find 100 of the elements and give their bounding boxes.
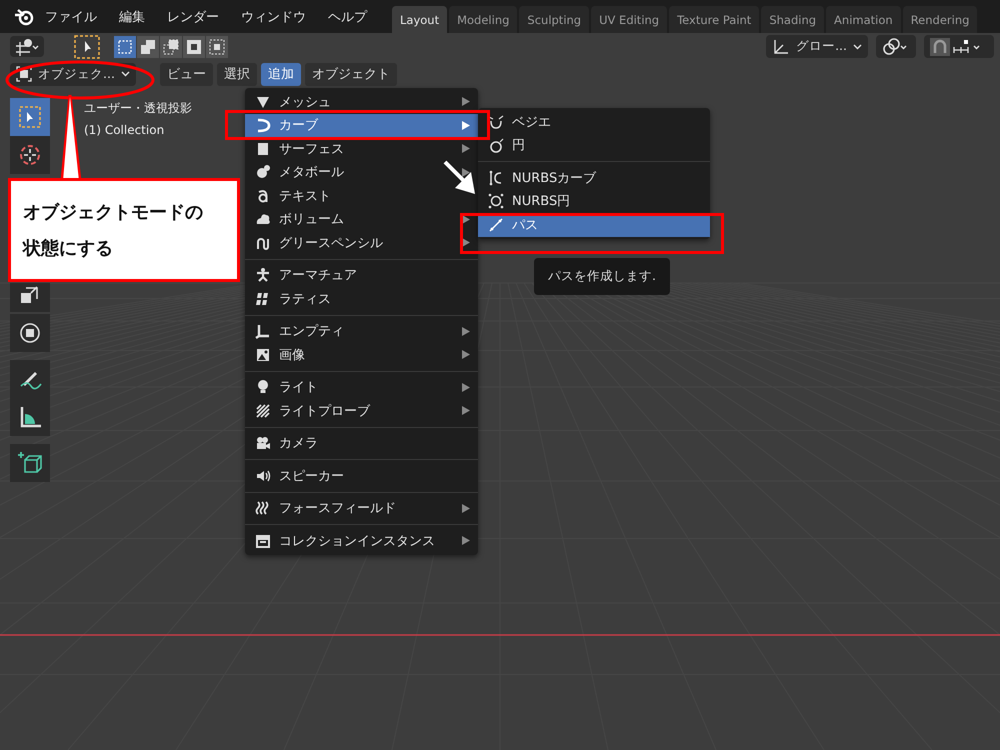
workspace-tab[interactable]: Animation (826, 6, 901, 33)
snap-dropdown[interactable] (924, 35, 994, 58)
callout-text: オブジェクトモードの状態にする (23, 201, 204, 261)
light-icon (255, 379, 271, 396)
transform-tool-button[interactable] (10, 314, 50, 352)
lattice-icon (255, 290, 271, 307)
collection-icon (255, 532, 271, 549)
submenu-arrow-icon (462, 97, 470, 106)
measure-tool-button[interactable] (10, 398, 50, 436)
menu-item[interactable]: 編集 (108, 8, 156, 26)
header-menu[interactable]: 選択 (216, 62, 257, 86)
menu-item[interactable]: ボリューム (245, 208, 478, 231)
image-icon (255, 346, 271, 363)
editor-type-button[interactable] (10, 36, 44, 57)
menu-item[interactable]: グリースペンシル (245, 231, 478, 254)
submenu-arrow-icon (462, 350, 470, 360)
cursor-tool-button[interactable] (10, 136, 50, 174)
logo-icon (14, 8, 34, 26)
selection-mode-button[interactable] (137, 36, 159, 58)
header-menu[interactable]: 追加 (260, 62, 301, 86)
path-icon (488, 216, 504, 233)
menu-item[interactable]: テキスト (245, 184, 478, 208)
submenu-arrow-icon (462, 504, 470, 513)
object-mode-icon (16, 66, 32, 82)
menu-item[interactable]: カーブ (245, 114, 478, 137)
workspace-tab[interactable]: Shading (761, 6, 824, 33)
select-tool-button[interactable] (10, 98, 50, 136)
menu-item[interactable]: メッシュ (245, 90, 478, 114)
empty-icon (255, 323, 271, 340)
workspace-tab[interactable]: Rendering (902, 6, 978, 33)
select-box-icon[interactable] (74, 34, 100, 58)
submenu-arrow-icon (462, 238, 470, 248)
view-name: ユーザー・透視投影 (84, 100, 192, 117)
pivot-dropdown[interactable] (876, 35, 916, 58)
workspace-tab[interactable]: UV Editing (591, 6, 668, 33)
menu-item[interactable]: NURBSカーブ (478, 166, 710, 190)
cursor-tool-icon (17, 142, 43, 168)
nurbs-circle-icon (488, 193, 504, 210)
camera-icon (255, 435, 271, 452)
submenu-arrow-icon (462, 120, 470, 130)
force-icon (255, 500, 271, 516)
submenu-arrow-icon (462, 214, 470, 224)
selection-mode-button[interactable] (206, 36, 228, 58)
annotate-tool-button[interactable] (10, 360, 50, 398)
menu-item[interactable]: コレクションインスタンス (245, 529, 478, 552)
submenu-arrow-icon (462, 406, 470, 416)
submenu-arrow-icon (462, 536, 470, 546)
metaball-icon (255, 164, 271, 180)
extend-mode-icon (140, 38, 156, 54)
menu-item[interactable]: 画像 (245, 343, 478, 366)
pointer-arrow (443, 160, 477, 196)
header-menu[interactable]: ビュー (160, 62, 213, 86)
menu-item[interactable]: ヘルプ (317, 8, 378, 26)
add-cube-tool-icon (17, 450, 43, 476)
transform-tool-icon (17, 320, 43, 346)
menu-item[interactable]: 円 (478, 134, 710, 157)
scale-tool-button[interactable] (10, 283, 50, 312)
nurbs-icon (488, 170, 504, 186)
submenu-arrow-icon (462, 144, 470, 154)
armature-icon (255, 267, 271, 284)
select-tool-icon (17, 104, 43, 130)
workspace-tab[interactable]: Sculpting (519, 6, 590, 33)
header-menu[interactable]: オブジェクト (304, 62, 397, 86)
menu-item[interactable]: ウィンドウ (230, 8, 317, 26)
submenu-arrow-icon (462, 326, 470, 336)
menu-item[interactable]: ラティス (245, 287, 478, 310)
subtract-mode-icon (163, 38, 179, 54)
menu-item[interactable]: NURBS円 (478, 190, 710, 213)
orientation-dropdown[interactable]: グロー... (766, 35, 868, 58)
menu-item[interactable]: レンダー (156, 8, 230, 26)
submenu-arrow-icon (462, 168, 470, 177)
selection-mode-button[interactable] (114, 36, 136, 58)
menu-item[interactable]: ライトプローブ (245, 399, 478, 422)
menu-item[interactable]: メタボール (245, 160, 478, 184)
surface-icon (255, 140, 271, 157)
axes-icon (14, 38, 40, 56)
submenu-arrow-icon (462, 382, 470, 392)
menu-item[interactable]: サーフェス (245, 137, 478, 160)
menu-item[interactable]: フォースフィールド (245, 496, 478, 520)
menu-item[interactable]: カメラ (245, 432, 478, 455)
intersect-mode-icon (209, 38, 225, 54)
workspace-tab[interactable]: Modeling (449, 6, 518, 33)
selection-mode-button[interactable] (160, 36, 182, 58)
selection-mode-button[interactable] (183, 36, 205, 58)
caret-icon (120, 71, 130, 77)
new-mode-icon (117, 38, 133, 54)
menu-item[interactable]: ベジエ (478, 110, 710, 134)
collection-name: (1) Collection (84, 123, 166, 137)
curve-icon (255, 117, 271, 134)
menu-item[interactable]: ファイル (34, 8, 108, 26)
menu-item[interactable]: アーマチュア (245, 264, 478, 287)
menu-item[interactable]: スピーカー (245, 464, 478, 488)
tooltip: パスを作成します. (534, 258, 670, 295)
invert-mode-icon (186, 38, 202, 54)
menu-item[interactable]: ライト (245, 376, 478, 399)
workspace-tab[interactable]: Texture Paint (669, 6, 760, 33)
bezier-icon (488, 114, 504, 130)
workspace-tab[interactable]: Layout (392, 6, 448, 33)
menu-item[interactable]: エンプティ (245, 320, 478, 343)
add-cube-tool-button[interactable] (10, 444, 50, 482)
